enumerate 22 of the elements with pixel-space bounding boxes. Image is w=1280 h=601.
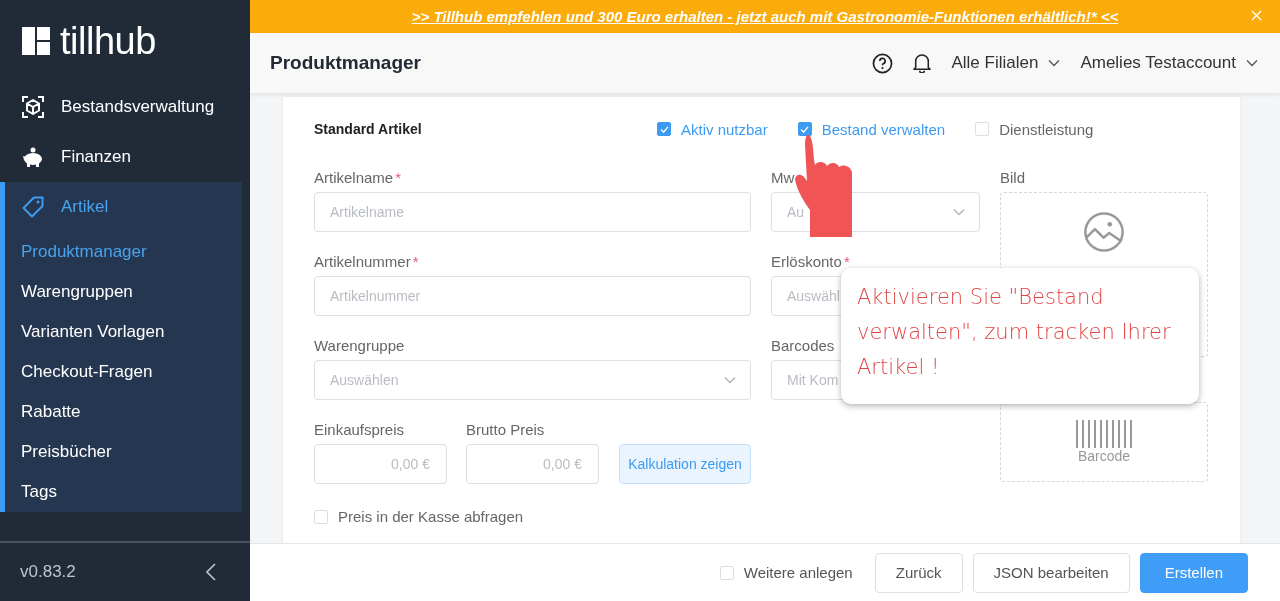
- checkbox-label: Bestand verwalten: [821, 120, 946, 138]
- field-label: Warengruppe: [314, 337, 405, 354]
- field-label: Brutto Preis: [466, 421, 545, 438]
- checkbox-label: Aktiv nutzbar: [681, 120, 768, 138]
- page-title: Produktmanager: [270, 52, 422, 74]
- field-label: Erlöskonto: [771, 253, 842, 270]
- checkbox-label: Preis in der Kasse abfragen: [338, 508, 524, 525]
- checkbox-label: Dienstleistung: [999, 120, 1094, 138]
- required-marker: *: [395, 169, 402, 186]
- logo-text: tillhub: [60, 19, 156, 63]
- required-marker: *: [843, 253, 850, 270]
- checkbox-label: Weitere anlegen: [743, 564, 853, 581]
- field-label: Artikelname: [314, 169, 394, 186]
- field-label: Barcodes: [771, 337, 835, 354]
- field-label: Mw: [771, 169, 795, 186]
- version-label: v0.83.2: [20, 562, 76, 582]
- field-label: Artikelnummer: [314, 253, 411, 270]
- field-label: Einkaufspreis: [314, 421, 405, 438]
- tooltip: Aktivieren Sie "Bestand verwalten", zum tracken Ihrer Artikel !: [841, 268, 1199, 404]
- required-marker: *: [412, 253, 419, 270]
- section-title: Standard Artikel: [314, 121, 423, 137]
- field-label: Bild: [1000, 169, 1025, 186]
